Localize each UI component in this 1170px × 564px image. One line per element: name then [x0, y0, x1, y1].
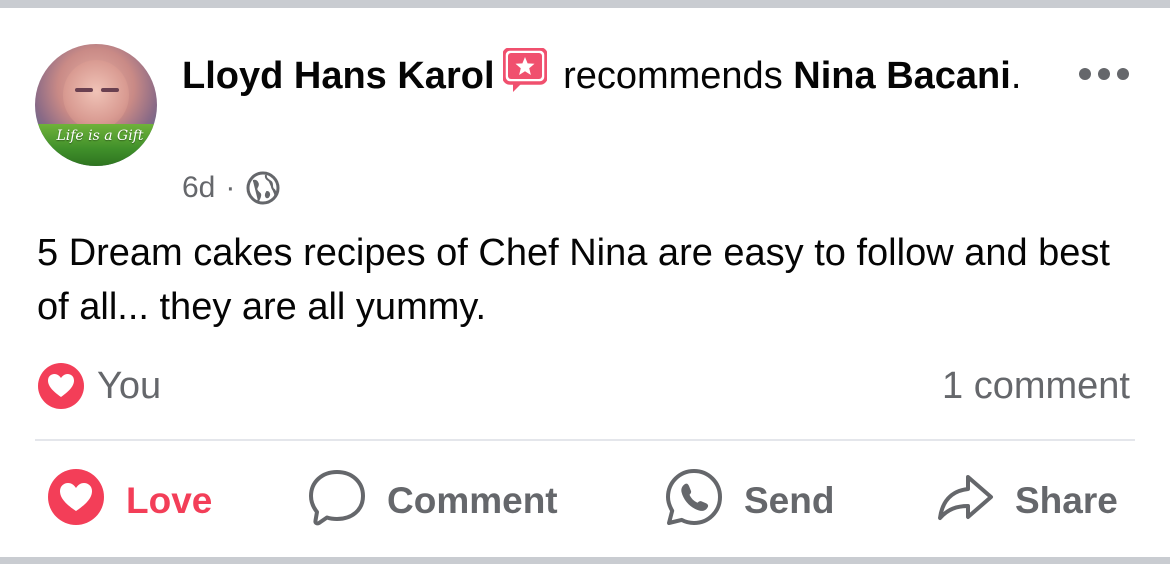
post-header: Lloyd Hans Karol recommends Nina Bacani. [182, 46, 1032, 106]
post-time[interactable]: 6d [182, 171, 215, 205]
recommendation-badge-icon [501, 47, 548, 92]
comment-button[interactable]: Comment [307, 469, 558, 532]
comment-bubble-icon [307, 467, 367, 536]
share-button[interactable]: Share [935, 470, 1118, 532]
send-button[interactable]: Send [664, 468, 835, 532]
reaction-names: You [97, 364, 162, 407]
avatar-face [63, 60, 129, 130]
author-avatar[interactable]: Life is a Gift [35, 44, 157, 166]
post-text: 5 Dream cakes recipes of Chef Nina are e… [37, 232, 1110, 328]
send-label: Send [744, 480, 835, 521]
comment-label: Comment [387, 480, 558, 521]
more-options-icon[interactable] [1078, 66, 1130, 82]
avatar-eye-right [101, 88, 119, 92]
post-meta: 6d · [182, 168, 281, 208]
share-arrow-icon [935, 467, 995, 536]
meta-separator: · [225, 171, 236, 204]
whatsapp-icon [664, 467, 724, 536]
love-label: Love [126, 480, 213, 521]
action-divider [35, 439, 1135, 441]
love-button[interactable]: Love [46, 468, 213, 532]
avatar-eye-left [75, 88, 93, 92]
action-text: recommends [563, 55, 783, 97]
target-name-part2[interactable]: Bacani [886, 55, 1011, 97]
globe-icon [245, 170, 281, 206]
top-separator [0, 0, 1170, 8]
target-name-part1[interactable]: Nina [793, 55, 875, 97]
comment-count[interactable]: 1 comment [942, 360, 1130, 412]
avatar-logo-text: Life is a Gift [56, 128, 144, 144]
heart-icon [37, 362, 85, 410]
reaction-summary[interactable]: You [37, 360, 161, 412]
love-heart-icon [46, 467, 106, 536]
share-label: Share [1015, 480, 1118, 521]
target-suffix: . [1010, 55, 1022, 97]
author-name[interactable]: Lloyd Hans Karol [182, 55, 495, 97]
bottom-separator [0, 557, 1170, 564]
